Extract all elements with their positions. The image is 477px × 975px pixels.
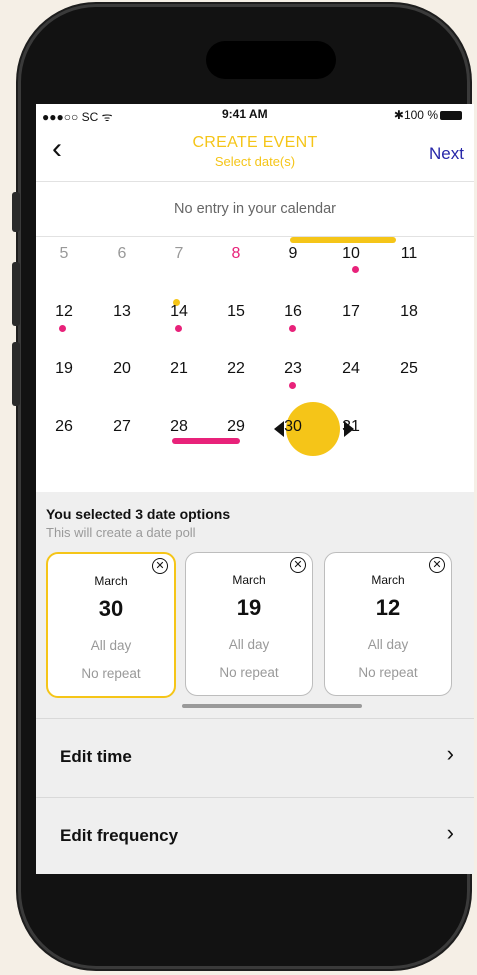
calendar-day[interactable]: 31 xyxy=(331,418,371,436)
event-dot xyxy=(289,325,296,332)
carrier-signal: ●●●○○ SC ᯤ xyxy=(42,110,113,124)
edit-time-row[interactable]: Edit time › xyxy=(36,718,474,797)
selection-subtitle: This will create a date poll xyxy=(46,525,196,540)
calendar-day[interactable]: 6 xyxy=(102,245,142,263)
status-bar: ●●●○○ SC ᯤ 9:41 AM ✱100 % xyxy=(36,104,474,126)
chevron-right-icon: › xyxy=(446,741,454,766)
page-subtitle: Select date(s) xyxy=(214,154,296,169)
app-screen: ●●●○○ SC ᯤ 9:41 AM ✱100 % ‹ CREATE EVENT… xyxy=(36,104,474,874)
battery-icon xyxy=(440,111,462,121)
calendar-day[interactable]: 13 xyxy=(102,303,142,321)
calendar-day[interactable]: 8 xyxy=(216,245,256,263)
calendar-day[interactable]: 27 xyxy=(102,418,142,436)
card-month: March xyxy=(94,574,128,588)
card-month: March xyxy=(232,573,266,587)
calendar-day[interactable]: 12 xyxy=(44,303,84,321)
card-day: 19 xyxy=(236,595,262,620)
edit-frequency-row[interactable]: Edit frequency › xyxy=(36,797,474,874)
event-dot xyxy=(352,266,359,273)
calendar-day[interactable]: 16 xyxy=(273,303,313,321)
calendar-day[interactable]: 21 xyxy=(159,360,199,378)
calendar-day[interactable]: 10 xyxy=(331,245,371,263)
calendar-day[interactable]: 22 xyxy=(216,360,256,378)
battery-label: ✱100 % xyxy=(393,108,438,122)
date-option-card[interactable]: March 12 All day No repeat ✕ xyxy=(324,552,452,696)
date-option-card[interactable]: March 30 All day No repeat ✕ xyxy=(46,552,176,698)
remove-icon[interactable]: ✕ xyxy=(152,558,168,574)
calendar-day[interactable]: 24 xyxy=(331,360,371,378)
calendar-grid: 5 6 7 8 9 10 11 12 13 14 15 16 17 18 19 20 21 22 23 24 25 26 2… xyxy=(36,235,474,492)
calendar-day[interactable]: 17 xyxy=(331,303,371,321)
card-repeat: No repeat xyxy=(219,665,279,680)
calendar-day[interactable]: 9 xyxy=(273,245,313,263)
next-button[interactable]: Next xyxy=(429,144,464,164)
calendar-day[interactable]: 29 xyxy=(216,418,256,436)
horizontal-scrollbar[interactable] xyxy=(182,704,362,708)
row-label: Edit time xyxy=(60,747,132,766)
calendar-day[interactable]: 20 xyxy=(102,360,142,378)
mute-switch xyxy=(12,192,20,232)
remove-icon[interactable]: ✕ xyxy=(429,557,445,573)
card-allday: All day xyxy=(90,638,132,653)
calendar-day[interactable]: 7 xyxy=(159,245,199,263)
selection-title: You selected 3 date options xyxy=(46,506,231,522)
card-day: 30 xyxy=(98,596,124,621)
selection-panel: You selected 3 date options This will cr… xyxy=(36,492,474,874)
chevron-right-icon: › xyxy=(446,820,454,845)
volume-up-button xyxy=(12,262,20,326)
event-dot xyxy=(289,382,296,389)
calendar-day[interactable]: 14 xyxy=(159,303,199,321)
calendar-day[interactable]: 26 xyxy=(44,418,84,436)
date-option-card[interactable]: March 19 All day No repeat ✕ xyxy=(185,552,313,696)
calendar-day[interactable]: 11 xyxy=(389,245,429,263)
battery-status: ✱100 % xyxy=(394,108,462,122)
calendar-day[interactable]: 19 xyxy=(44,360,84,378)
card-allday: All day xyxy=(228,637,270,652)
card-repeat: No repeat xyxy=(358,665,418,680)
card-day: 12 xyxy=(375,595,401,620)
calendar-day[interactable]: 5 xyxy=(44,245,84,263)
calendar-day[interactable]: 28 xyxy=(159,418,199,436)
calendar-day[interactable]: 18 xyxy=(389,303,429,321)
remove-icon[interactable]: ✕ xyxy=(290,557,306,573)
calendar-day[interactable]: 25 xyxy=(389,360,429,378)
event-dot xyxy=(59,325,66,332)
card-month: March xyxy=(371,573,405,587)
calendar-notice: No entry in your calendar xyxy=(36,181,474,237)
card-allday: All day xyxy=(367,637,409,652)
page-title: CREATE EVENT xyxy=(192,134,318,151)
dynamic-island xyxy=(206,41,336,79)
nav-bar: ‹ CREATE EVENT Select date(s) Next xyxy=(36,128,474,180)
row-label: Edit frequency xyxy=(60,826,179,845)
clock: 9:41 AM xyxy=(222,107,268,121)
calendar-day[interactable]: 15 xyxy=(216,303,256,321)
event-dot xyxy=(175,325,182,332)
event-range-bar xyxy=(172,438,240,444)
volume-down-button xyxy=(12,342,20,406)
calendar-day[interactable]: 30 xyxy=(273,418,313,436)
calendar-day[interactable]: 23 xyxy=(273,360,313,378)
selection-range-bar xyxy=(290,237,396,243)
card-repeat: No repeat xyxy=(81,666,141,681)
